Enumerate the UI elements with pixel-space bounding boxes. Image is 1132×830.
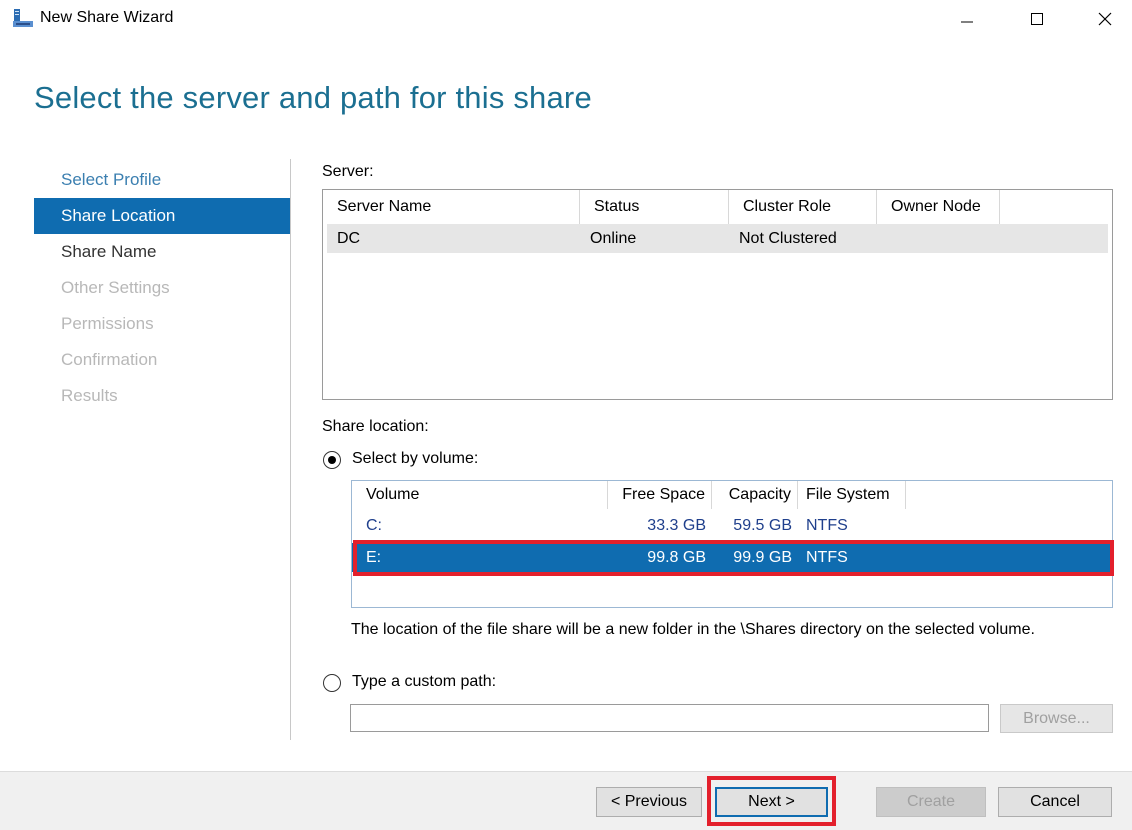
column-capacity[interactable]: Capacity [712, 481, 798, 509]
server-cluster-role-cell: Not Clustered [739, 230, 837, 247]
minimize-icon [961, 21, 973, 23]
share-location-note: The location of the file share will be a… [351, 621, 1035, 638]
column-owner-node[interactable]: Owner Node [877, 190, 1000, 224]
file-system-cell: NTFS [806, 517, 848, 534]
free-space-cell: 33.3 GB [647, 517, 706, 534]
free-space-cell: 99.8 GB [647, 549, 706, 566]
title-bar: New Share Wizard [0, 0, 1132, 38]
table-row[interactable]: E: 99.8 GB 99.9 GB NTFS [352, 543, 1112, 572]
server-share-icon [13, 9, 33, 27]
window-title: New Share Wizard [40, 9, 174, 26]
capacity-cell: 99.9 GB [733, 549, 792, 566]
share-location-label: Share location: [322, 418, 429, 435]
column-volume[interactable]: Volume [352, 481, 608, 509]
nav-divider [290, 159, 291, 740]
server-table-header: Server Name Status Cluster Role Owner No… [323, 190, 1112, 224]
server-label: Server: [322, 163, 374, 180]
column-cluster-role[interactable]: Cluster Role [729, 190, 877, 224]
nav-step-confirmation: Confirmation [61, 350, 158, 369]
nav-step-share-location[interactable]: Share Location [34, 198, 290, 234]
server-name-cell: DC [337, 230, 361, 247]
close-icon [1098, 12, 1112, 26]
create-button: Create [876, 787, 986, 817]
table-row[interactable]: C: 33.3 GB 59.5 GB NTFS [352, 511, 1112, 540]
table-row[interactable]: DC Online Not Clustered [327, 224, 1108, 253]
volume-cell: E: [366, 549, 382, 566]
file-system-cell: NTFS [806, 549, 848, 566]
minimize-button[interactable] [944, 0, 990, 38]
nav-step-select-profile[interactable]: Select Profile [34, 162, 290, 198]
column-status[interactable]: Status [580, 190, 729, 224]
browse-button[interactable]: Browse... [1000, 704, 1113, 733]
custom-path-radio[interactable] [323, 674, 341, 692]
next-button[interactable]: Next > [715, 787, 828, 817]
custom-path-label[interactable]: Type a custom path: [352, 673, 496, 691]
nav-step-permissions: Permissions [61, 314, 154, 333]
volume-table[interactable]: Volume Free Space Capacity File System C… [351, 480, 1113, 608]
page-title: Select the server and path for this shar… [34, 80, 592, 115]
volume-cell: C: [366, 517, 382, 534]
maximize-icon [1031, 13, 1043, 25]
server-status-cell: Online [590, 230, 637, 247]
nav-step-results: Results [61, 386, 118, 405]
cancel-button[interactable]: Cancel [998, 787, 1112, 817]
custom-path-input[interactable] [350, 704, 989, 732]
server-table[interactable]: Server Name Status Cluster Role Owner No… [322, 189, 1113, 400]
maximize-button[interactable] [1014, 0, 1060, 38]
capacity-cell: 59.5 GB [733, 517, 792, 534]
select-by-volume-label[interactable]: Select by volume: [352, 450, 478, 468]
previous-button[interactable]: < Previous [596, 787, 702, 817]
close-button[interactable] [1082, 0, 1128, 38]
server-owner-node-cell [877, 224, 887, 253]
column-free-space[interactable]: Free Space [608, 481, 712, 509]
select-by-volume-radio[interactable] [323, 451, 341, 469]
column-server-name[interactable]: Server Name [323, 190, 580, 224]
nav-step-other-settings: Other Settings [61, 278, 170, 297]
column-file-system[interactable]: File System [798, 481, 906, 509]
nav-step-share-name[interactable]: Share Name [34, 234, 290, 270]
wizard-steps-nav: Select Profile Share Location Share Name… [34, 162, 290, 414]
